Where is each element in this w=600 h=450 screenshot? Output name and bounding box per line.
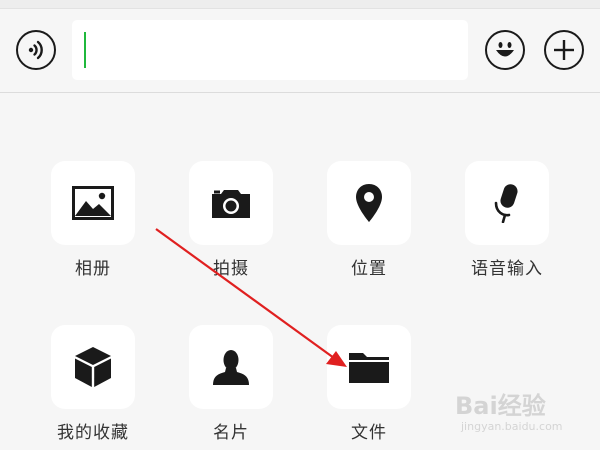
location-icon — [356, 184, 382, 222]
text-caret — [84, 32, 86, 68]
folder-icon — [349, 353, 389, 383]
favorites-tile[interactable] — [51, 325, 135, 409]
voice-input-tile[interactable] — [465, 161, 549, 245]
more-plus-button[interactable] — [544, 30, 584, 70]
plus-icon — [554, 40, 574, 60]
watermark-sub: jingyan.baidu.com — [461, 420, 563, 433]
camera-tile[interactable] — [189, 161, 273, 245]
voice-input-label: 语音输入 — [471, 259, 543, 279]
file-tile[interactable] — [327, 325, 411, 409]
microphone-icon — [494, 184, 518, 223]
top-divider — [0, 0, 600, 9]
album-icon — [72, 186, 114, 220]
contact-card-icon — [213, 350, 249, 385]
contact-card-tile[interactable] — [189, 325, 273, 409]
location-tile[interactable] — [327, 161, 411, 245]
file-label: 文件 — [351, 423, 387, 443]
favorites-cube-icon — [75, 347, 111, 387]
baidu-watermark: Bai经验 jingyan.baidu.com — [455, 382, 595, 442]
emoji-icon — [496, 42, 514, 57]
voice-button[interactable] — [16, 30, 56, 70]
contact-card-label: 名片 — [213, 423, 249, 443]
camera-icon — [212, 190, 250, 218]
location-label: 位置 — [351, 259, 387, 279]
watermark-main: Bai经验 — [455, 392, 546, 420]
favorites-label: 我的收藏 — [57, 423, 129, 443]
album-label: 相册 — [75, 259, 111, 279]
voice-icon — [28, 40, 43, 60]
message-input[interactable] — [72, 20, 468, 80]
album-tile[interactable] — [51, 161, 135, 245]
camera-label: 拍摄 — [213, 259, 249, 279]
chat-input-bar — [0, 9, 600, 93]
emoji-button[interactable] — [485, 30, 525, 70]
